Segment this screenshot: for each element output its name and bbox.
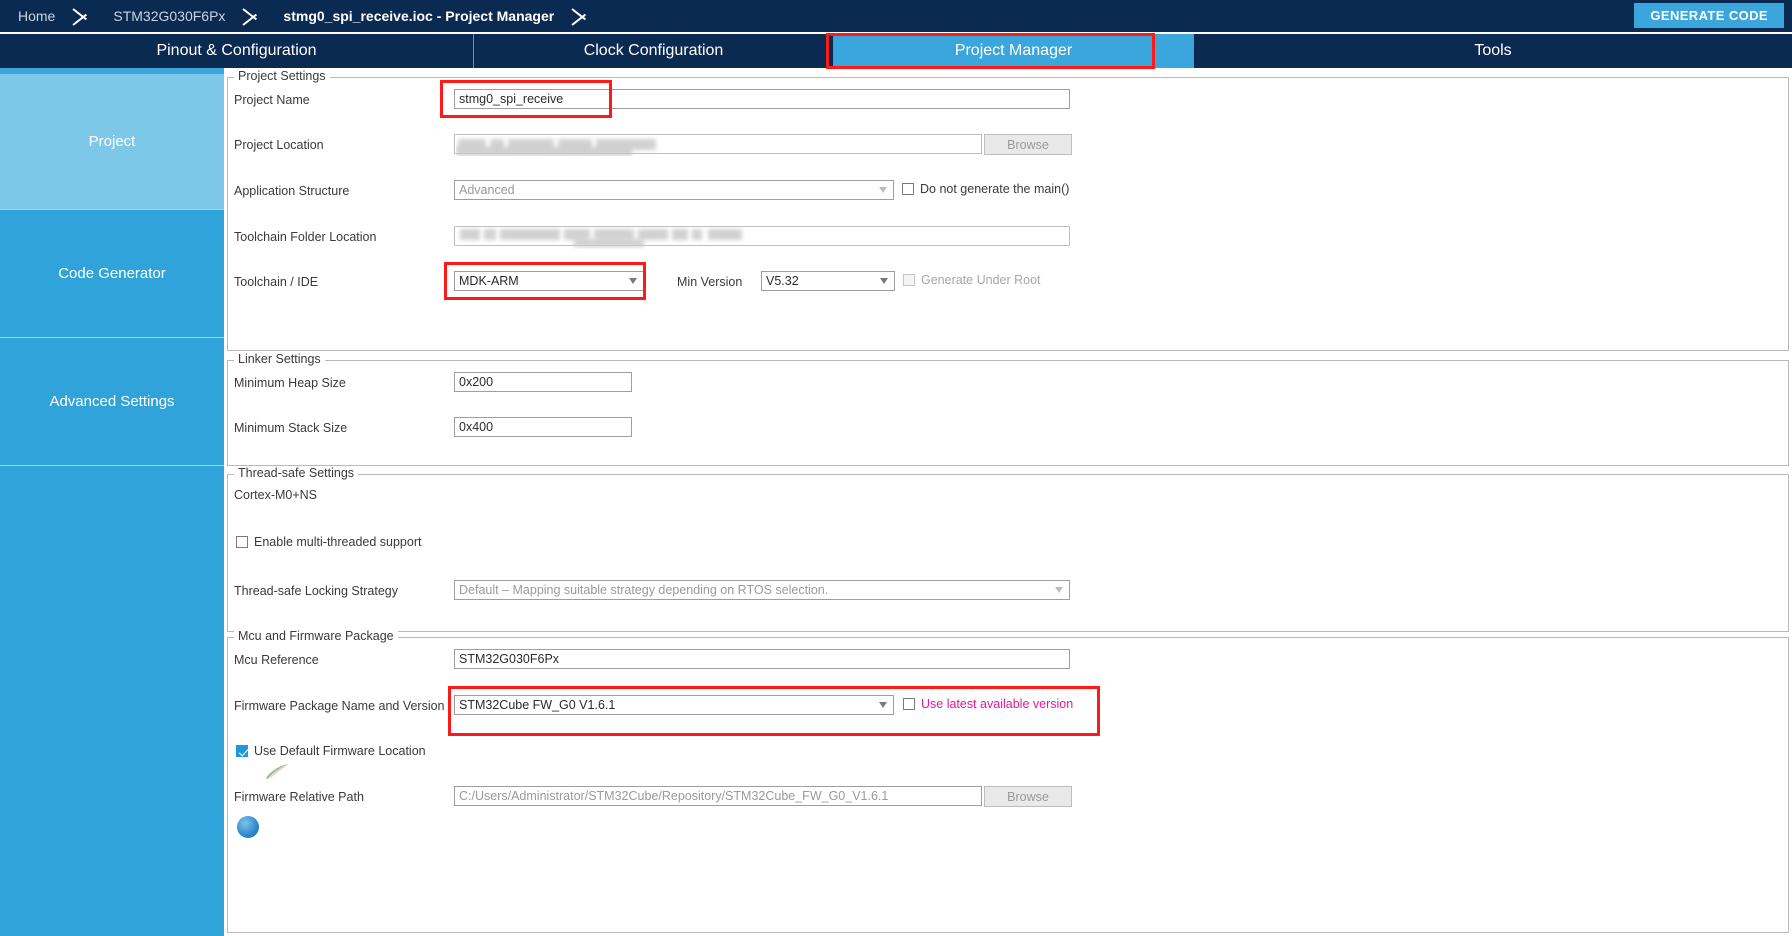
- firmware-relative-path-label: Firmware Relative Path: [234, 790, 364, 804]
- sidebar-empty-area: [0, 466, 224, 936]
- chevron-down-icon: [1055, 587, 1064, 593]
- breadcrumb-item-home[interactable]: Home: [0, 0, 69, 32]
- toolchain-folder-label: Toolchain Folder Location: [234, 230, 377, 244]
- chevron-down-icon: [879, 702, 888, 708]
- project-location-browse-button[interactable]: Browse: [984, 134, 1072, 155]
- checkbox-box: [236, 745, 248, 757]
- decorative-swoosh-icon: [266, 764, 289, 779]
- breadcrumb-chevron-icon: [568, 0, 594, 32]
- toolchain-ide-select[interactable]: MDK-ARM: [454, 271, 644, 291]
- mcu-reference-input[interactable]: STM32G030F6Px: [454, 649, 1070, 669]
- breadcrumb-label: STM32G030F6Px: [113, 8, 226, 24]
- thread-safe-settings-group: Thread-safe Settings: [227, 466, 1789, 632]
- toolchain-folder-input[interactable]: [454, 226, 1070, 246]
- use-latest-version-label: Use latest available version: [921, 697, 1074, 711]
- toolchain-ide-value: MDK-ARM: [459, 274, 519, 288]
- breadcrumb-label: stmg0_spi_receive.ioc - Project Manager: [283, 8, 555, 24]
- sidebar-item-label: Advanced Settings: [49, 393, 175, 410]
- project-manager-content: Project Settings Project Name stmg0_spi_…: [224, 68, 1792, 936]
- minimum-heap-size-input[interactable]: 0x200: [454, 372, 632, 392]
- enable-multithreaded-support-label: Enable multi-threaded support: [254, 535, 422, 549]
- minimum-stack-size-input[interactable]: 0x400: [454, 417, 632, 437]
- toolchain-ide-label: Toolchain / IDE: [234, 275, 319, 289]
- generate-code-button[interactable]: GENERATE CODE: [1634, 3, 1784, 28]
- mcu-reference-label: Mcu Reference: [234, 653, 319, 667]
- breadcrumb-label: Home: [18, 8, 56, 24]
- sidebar-item-code-generator[interactable]: Code Generator: [0, 210, 224, 338]
- breadcrumb-item-current[interactable]: stmg0_spi_receive.ioc - Project Manager: [265, 0, 568, 32]
- tab-pinout-configuration[interactable]: Pinout & Configuration: [0, 34, 474, 68]
- project-name-input[interactable]: stmg0_spi_receive: [454, 89, 1070, 109]
- info-circle-icon: [237, 816, 259, 838]
- chevron-down-icon: [629, 278, 638, 284]
- firmware-relative-path-input[interactable]: C:/Users/Administrator/STM32Cube/Reposit…: [454, 786, 982, 806]
- tab-label: Pinout & Configuration: [156, 42, 317, 59]
- application-structure-select[interactable]: Advanced: [454, 180, 894, 200]
- tab-tools[interactable]: Tools: [1194, 34, 1792, 68]
- minimum-heap-size-label: Minimum Heap Size: [234, 376, 346, 390]
- checkbox-box: [236, 536, 248, 548]
- min-version-label: Min Version: [677, 275, 743, 289]
- min-version-select[interactable]: V5.32: [761, 271, 895, 291]
- mcu-firmware-package-group: Mcu and Firmware Package: [227, 629, 1789, 933]
- do-not-generate-main-checkbox[interactable]: Do not generate the main(): [902, 182, 1069, 196]
- sidebar-item-project[interactable]: Project: [0, 74, 224, 210]
- thread-safe-locking-strategy-select[interactable]: Default – Mapping suitable strategy depe…: [454, 580, 1070, 600]
- sidebar-item-label: Project: [88, 133, 136, 150]
- breadcrumb-bar: Home STM32G030F6Px stmg0_spi_receive.ioc…: [0, 0, 1792, 32]
- tab-label: Clock Configuration: [583, 42, 724, 59]
- tab-label: Tools: [1474, 42, 1512, 59]
- use-default-firmware-location-label: Use Default Firmware Location: [254, 744, 426, 758]
- breadcrumb-item-mcu[interactable]: STM32G030F6Px: [95, 0, 239, 32]
- use-latest-version-checkbox[interactable]: Use latest available version: [903, 697, 1073, 711]
- mcu-firmware-package-title: Mcu and Firmware Package: [234, 629, 398, 643]
- application-structure-label: Application Structure: [234, 184, 350, 198]
- thread-safe-locking-strategy-value: Default – Mapping suitable strategy depe…: [459, 583, 829, 597]
- application-structure-value: Advanced: [459, 183, 515, 197]
- do-not-generate-main-label: Do not generate the main(): [920, 182, 1070, 196]
- firmware-package-label: Firmware Package Name and Version: [234, 699, 445, 713]
- checkbox-box: [903, 698, 915, 710]
- checkbox-box: [903, 274, 915, 286]
- sidebar-item-advanced-settings[interactable]: Advanced Settings: [0, 338, 224, 466]
- project-settings-group: Project Settings: [227, 69, 1789, 351]
- linker-settings-title: Linker Settings: [234, 352, 325, 366]
- generate-under-root-checkbox: Generate Under Root: [903, 273, 1041, 287]
- min-version-value: V5.32: [766, 274, 799, 288]
- tab-project-manager[interactable]: Project Manager: [834, 34, 1194, 68]
- thread-safe-locking-strategy-label: Thread-safe Locking Strategy: [234, 584, 398, 598]
- core-label: Cortex-M0+NS: [234, 488, 318, 502]
- enable-multithreaded-support-checkbox[interactable]: Enable multi-threaded support: [236, 535, 421, 549]
- generate-under-root-label: Generate Under Root: [921, 273, 1041, 287]
- firmware-package-select[interactable]: STM32Cube FW_G0 V1.6.1: [454, 695, 894, 715]
- firmware-package-value: STM32Cube FW_G0 V1.6.1: [459, 698, 616, 712]
- tab-label: Project Manager: [954, 42, 1073, 59]
- breadcrumb-chevron-icon: [239, 0, 265, 32]
- checkbox-box: [902, 183, 914, 195]
- project-settings-title: Project Settings: [234, 69, 330, 83]
- sidebar: Project Code Generator Advanced Settings: [0, 74, 224, 936]
- project-location-label: Project Location: [234, 138, 324, 152]
- chevron-down-icon: [880, 278, 889, 284]
- chevron-down-icon: [879, 187, 888, 193]
- main-tab-strip: Pinout & Configuration Clock Configurati…: [0, 34, 1792, 68]
- sidebar-item-label: Code Generator: [58, 265, 166, 282]
- firmware-relative-path-browse-button[interactable]: Browse: [984, 786, 1072, 807]
- tab-clock-configuration[interactable]: Clock Configuration: [474, 34, 834, 68]
- project-name-label: Project Name: [234, 93, 310, 107]
- project-location-input[interactable]: [454, 134, 982, 154]
- breadcrumb-chevron-icon: [69, 0, 95, 32]
- minimum-stack-size-label: Minimum Stack Size: [234, 421, 348, 435]
- use-default-firmware-location-checkbox[interactable]: Use Default Firmware Location: [236, 744, 426, 758]
- thread-safe-settings-title: Thread-safe Settings: [234, 466, 359, 480]
